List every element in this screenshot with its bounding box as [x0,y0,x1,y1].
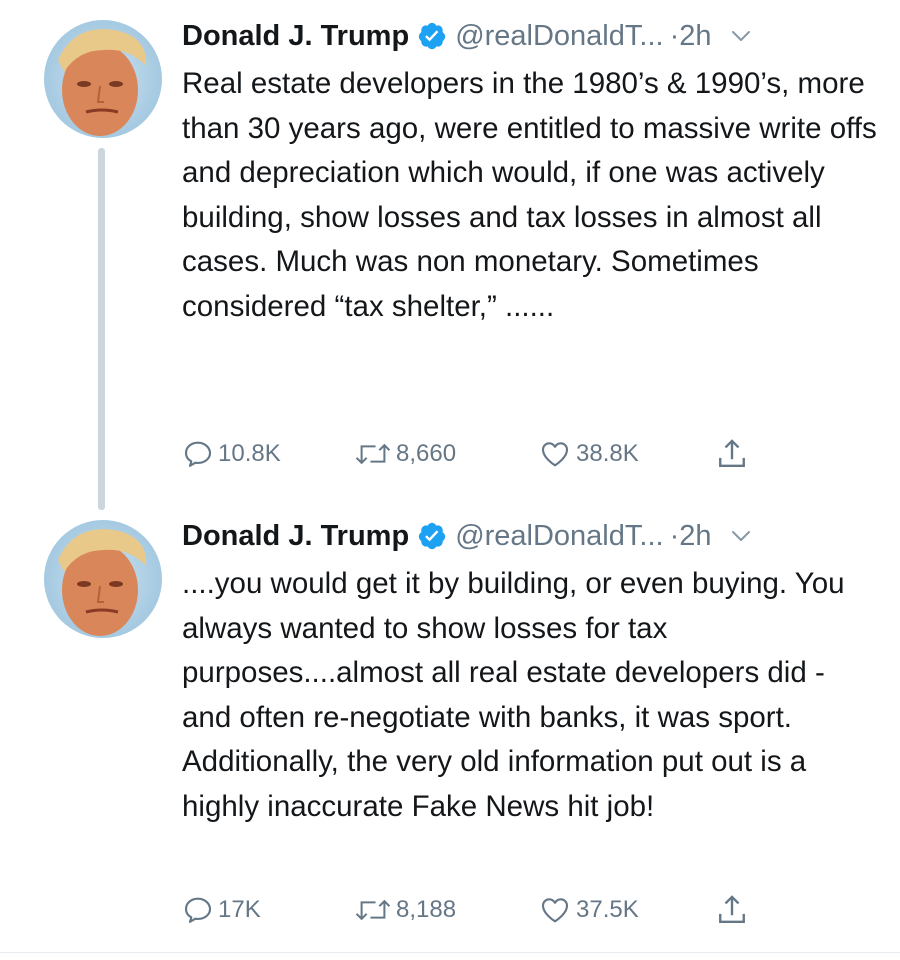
verified-badge-icon [417,521,447,551]
separator-dot: · [669,19,680,52]
reply-icon [182,894,214,926]
share-button[interactable] [716,434,748,474]
chevron-down-icon[interactable] [730,25,752,47]
tweet-text: Real estate developers in the 1980’s & 1… [182,67,877,323]
like-button[interactable]: 37.5K [538,890,639,930]
tweet-actions: 17K 8,188 37.5K [182,890,782,930]
retweet-icon [354,438,392,470]
tweet-header: Donald J. Trump @realDonaldT... · 2h [182,516,890,556]
tweet-actions: 10.8K 8,660 38.8K [182,434,782,474]
reply-button[interactable]: 10.8K [182,434,281,474]
tweet-1[interactable]: Donald J. Trump @realDonaldT... · 2h Rea… [0,0,900,510]
like-icon [538,894,572,926]
like-button[interactable]: 38.8K [538,434,639,474]
timestamp[interactable]: 2h [679,520,711,553]
chevron-down-icon[interactable] [730,525,752,547]
tweet-2[interactable]: Donald J. Trump @realDonaldT... · 2h ...… [0,510,900,952]
retweet-button[interactable]: 8,660 [354,434,456,474]
author-name[interactable]: Donald J. Trump [182,20,409,53]
separator-dot: · [669,519,680,552]
like-count: 37.5K [576,896,639,923]
like-icon [538,438,572,470]
author-handle[interactable]: @realDonaldT... [455,520,663,553]
reply-count: 17K [218,896,261,923]
tweet-header: Donald J. Trump @realDonaldT... · 2h [182,16,890,56]
share-icon [716,893,748,927]
reply-icon [182,438,214,470]
reply-count: 10.8K [218,440,281,467]
timestamp[interactable]: 2h [679,20,711,53]
like-count: 38.8K [576,440,639,467]
retweet-button[interactable]: 8,188 [354,890,456,930]
retweet-count: 8,660 [396,440,457,467]
feed-divider [0,952,900,953]
avatar[interactable] [44,20,162,138]
reply-button[interactable]: 17K [182,890,261,930]
share-icon [716,437,748,471]
verified-badge-icon [417,21,447,51]
avatar[interactable] [44,520,162,638]
thread-connector-line [98,148,105,510]
share-button[interactable] [716,890,748,930]
author-name[interactable]: Donald J. Trump [182,520,409,553]
retweet-icon [354,894,392,926]
retweet-count: 8,188 [396,896,457,923]
author-handle[interactable]: @realDonaldT... [455,20,663,53]
tweet-text: ....you would get it by building, or eve… [182,567,845,823]
